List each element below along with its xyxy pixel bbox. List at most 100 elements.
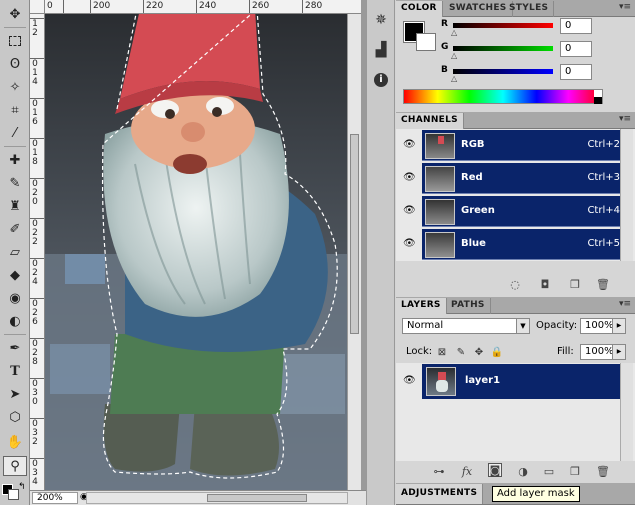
hand-tool-icon[interactable]: ✋ bbox=[3, 432, 27, 452]
new-layer-icon[interactable]: ❐ bbox=[568, 464, 582, 478]
channel-row-red[interactable]: 👁 Red Ctrl+3 bbox=[399, 163, 632, 195]
histogram-icon[interactable]: ▟ bbox=[371, 40, 391, 60]
info-icon[interactable]: i bbox=[371, 70, 391, 90]
type-tool-icon[interactable]: T bbox=[3, 361, 27, 381]
channel-row-rgb[interactable]: 👁 RGB Ctrl+2 bbox=[399, 130, 632, 162]
tab-channels[interactable]: CHANNELS bbox=[396, 113, 464, 129]
channel-row-blue[interactable]: 👁 Blue Ctrl+5 bbox=[399, 229, 632, 261]
fill-field[interactable]: 100% ▶ bbox=[580, 344, 626, 360]
horizontal-ruler[interactable]: 0 200 220 240 260 280 bbox=[45, 0, 361, 14]
ruler-label: 8 bbox=[32, 157, 38, 167]
swap-colors-icon[interactable]: ↰ bbox=[18, 482, 26, 492]
load-selection-icon[interactable]: ◌ bbox=[508, 277, 522, 291]
brush-tool-icon[interactable]: ✎ bbox=[3, 173, 27, 193]
channel-shortcut: Ctrl+4 bbox=[587, 205, 620, 216]
lock-all-icon[interactable]: 🔒 bbox=[491, 346, 503, 358]
horizontal-scrollbar[interactable] bbox=[86, 492, 348, 504]
zoom-tool-icon[interactable]: ⚲ bbox=[3, 456, 27, 476]
magic-wand-tool-icon[interactable]: ✧ bbox=[3, 77, 27, 97]
lock-image-icon[interactable]: ✎ bbox=[455, 346, 467, 358]
tab-styles[interactable]: STYLES bbox=[504, 1, 555, 17]
chevron-right-icon[interactable]: ▶ bbox=[612, 319, 625, 333]
background-color-box[interactable] bbox=[416, 33, 436, 51]
eyedropper-tool-icon[interactable]: ⁄ bbox=[3, 123, 27, 143]
layer-row[interactable]: 👁 layer1 bbox=[399, 364, 632, 400]
lock-transparent-icon[interactable]: ⊠ bbox=[436, 346, 448, 358]
channel-name: Red bbox=[461, 172, 483, 183]
eye-icon[interactable]: 👁 bbox=[403, 205, 417, 217]
trash-icon[interactable]: 🗑 bbox=[596, 277, 610, 291]
scroll-thumb[interactable] bbox=[350, 134, 359, 334]
fill-label: Fill: bbox=[557, 346, 574, 357]
layers-scrollbar[interactable] bbox=[620, 363, 633, 461]
paint-bucket-tool-icon[interactable]: ◆ bbox=[3, 265, 27, 285]
shape-tool-icon[interactable]: ⬡ bbox=[3, 407, 27, 427]
red-slider[interactable] bbox=[453, 23, 553, 28]
layer-name: layer1 bbox=[465, 375, 501, 386]
lasso-tool-icon[interactable]: ʘ bbox=[3, 54, 27, 74]
blend-mode-select[interactable]: Normal ▼ bbox=[402, 318, 530, 334]
vertical-ruler[interactable]: 12014016018020022024026028030032034 bbox=[30, 14, 45, 490]
chevron-right-icon[interactable]: ▶ bbox=[612, 345, 625, 359]
history-brush-tool-icon[interactable]: ✐ bbox=[3, 219, 27, 239]
new-group-icon[interactable]: ▭ bbox=[542, 464, 556, 478]
move-tool-icon[interactable]: ✥ bbox=[3, 4, 27, 24]
marquee-tool-icon[interactable] bbox=[3, 31, 27, 51]
add-layer-mask-icon[interactable]: ◙ bbox=[488, 463, 502, 477]
green-slider[interactable] bbox=[453, 46, 553, 51]
panel-menu-icon[interactable]: ▾≡ bbox=[619, 299, 631, 309]
tab-color[interactable]: COLOR bbox=[396, 1, 443, 17]
tab-adjustments[interactable]: ADJUSTMENTS bbox=[396, 484, 484, 504]
ruler-label: 2 bbox=[32, 237, 38, 247]
eye-icon[interactable]: 👁 bbox=[403, 139, 417, 151]
color-spectrum-bar[interactable] bbox=[403, 89, 603, 104]
channels-scrollbar[interactable] bbox=[620, 129, 633, 261]
blue-value-field[interactable]: 0 bbox=[560, 64, 592, 80]
green-value-field[interactable]: 0 bbox=[560, 41, 592, 57]
red-slider-thumb[interactable]: △ bbox=[451, 28, 457, 37]
channel-row-green[interactable]: 👁 Green Ctrl+4 bbox=[399, 196, 632, 228]
trash-icon[interactable]: 🗑 bbox=[596, 464, 610, 478]
blue-slider-thumb[interactable]: △ bbox=[451, 74, 457, 83]
blue-slider[interactable] bbox=[453, 69, 553, 74]
panel-menu-icon[interactable]: ▾≡ bbox=[619, 2, 631, 12]
panel-menu-icon[interactable]: ▾≡ bbox=[619, 114, 631, 124]
pen-tool-icon[interactable]: ✒ bbox=[3, 338, 27, 358]
eye-icon[interactable]: 👁 bbox=[403, 172, 417, 184]
red-value-field[interactable]: 0 bbox=[560, 18, 592, 34]
ruler-label: 0 bbox=[32, 397, 38, 407]
path-selection-tool-icon[interactable]: ➤ bbox=[3, 384, 27, 404]
link-layers-icon[interactable]: ⊶ bbox=[432, 464, 446, 478]
crop-tool-icon[interactable]: ⌗ bbox=[3, 100, 27, 120]
scroll-thumb[interactable] bbox=[207, 494, 307, 502]
tab-swatches[interactable]: SWATCHES bbox=[444, 1, 513, 17]
channel-thumbnail bbox=[425, 166, 455, 192]
channel-name: RGB bbox=[461, 139, 485, 150]
chevron-down-icon[interactable]: ▼ bbox=[516, 319, 529, 333]
clone-stamp-tool-icon[interactable]: ♜ bbox=[3, 196, 27, 216]
green-slider-thumb[interactable]: △ bbox=[451, 51, 457, 60]
new-channel-icon[interactable]: ❐ bbox=[568, 277, 582, 291]
blend-mode-value: Normal bbox=[407, 320, 444, 331]
save-selection-icon[interactable]: ◘ bbox=[538, 277, 552, 291]
opacity-field[interactable]: 100% ▶ bbox=[580, 318, 626, 334]
eye-icon[interactable]: 👁 bbox=[403, 375, 417, 387]
eye-icon[interactable]: 👁 bbox=[403, 238, 417, 250]
vertical-scrollbar[interactable] bbox=[347, 14, 361, 490]
ruler-origin[interactable] bbox=[30, 0, 45, 14]
tab-layers[interactable]: LAYERS bbox=[396, 298, 447, 314]
zoom-level-field[interactable]: 200% bbox=[32, 492, 78, 504]
lock-position-icon[interactable]: ✥ bbox=[473, 346, 485, 358]
dodge-tool-icon[interactable]: ◐ bbox=[3, 311, 27, 331]
layer-style-icon[interactable]: fx bbox=[460, 464, 474, 478]
image-canvas[interactable] bbox=[45, 14, 347, 490]
blur-tool-icon[interactable]: ◉ bbox=[3, 288, 27, 308]
tooltip: Add layer mask bbox=[492, 486, 580, 502]
ruler-label: 0 bbox=[47, 1, 53, 11]
healing-brush-tool-icon[interactable]: ✚ bbox=[3, 150, 27, 170]
tab-paths[interactable]: PATHS bbox=[446, 298, 491, 314]
eraser-tool-icon[interactable]: ▱ bbox=[3, 242, 27, 262]
navigator-icon[interactable]: ✵ bbox=[371, 10, 391, 30]
adjustment-layer-icon[interactable]: ◑ bbox=[516, 464, 530, 478]
ruler-label: 240 bbox=[199, 1, 217, 11]
